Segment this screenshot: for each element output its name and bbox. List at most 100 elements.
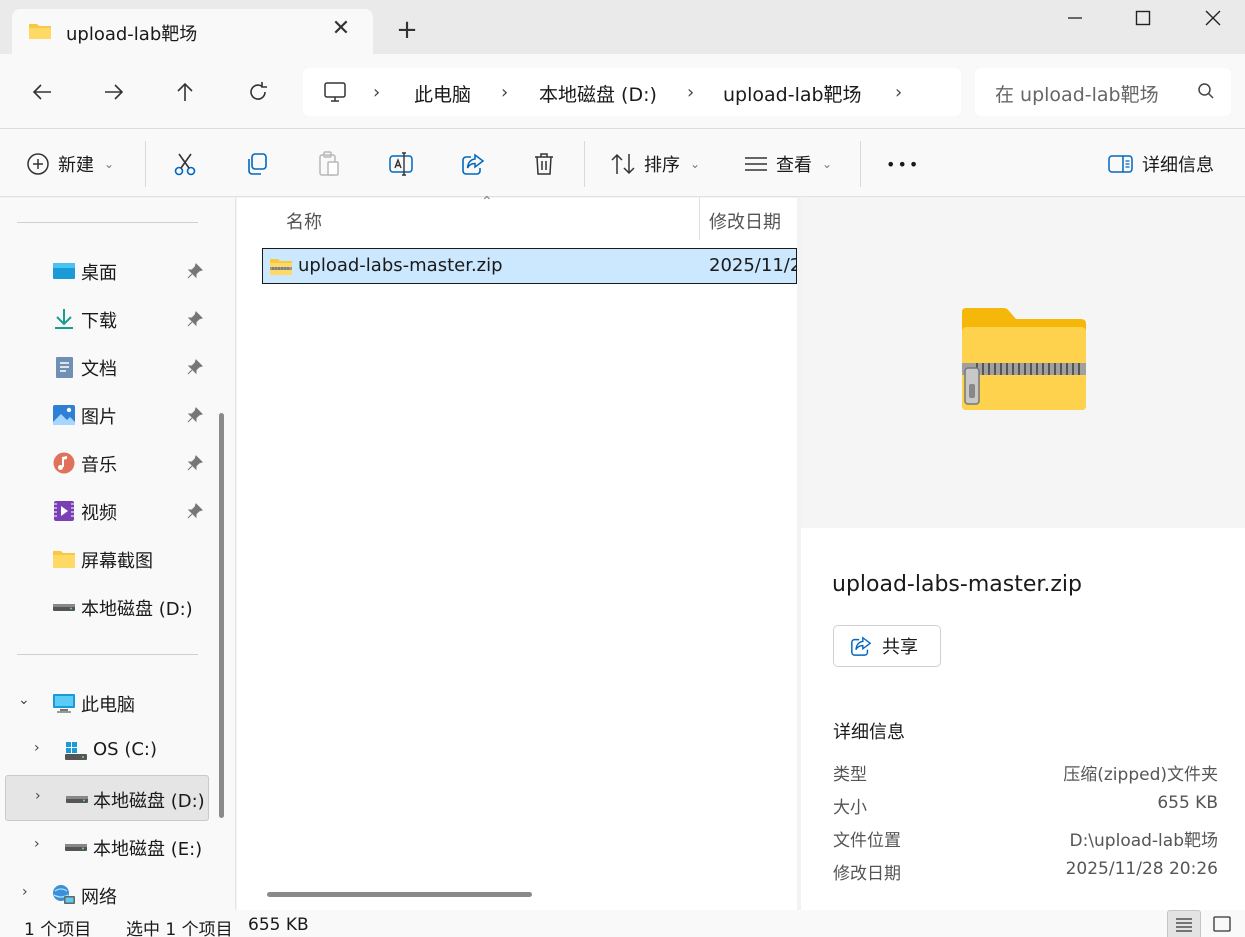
details-view-button[interactable] — [1167, 910, 1201, 937]
property-key: 大小 — [833, 798, 867, 818]
tiles-view-button[interactable] — [1205, 910, 1239, 937]
column-divider[interactable] — [699, 198, 700, 240]
pin-icon — [187, 359, 203, 375]
search-box[interactable]: 在 upload-lab靶场 — [975, 68, 1231, 116]
new-label: 新建 — [58, 155, 94, 176]
delete-button[interactable] — [533, 149, 555, 179]
details-file-name: upload-labs-master.zip — [832, 572, 1083, 597]
property-value: 655 KB — [1157, 793, 1218, 813]
sidebar-item-label: 本地磁盘 (D:) — [81, 599, 193, 620]
column-name[interactable]: 名称 — [286, 208, 322, 234]
address-row: › 此电脑 › 本地磁盘 (D:) › upload-lab靶场 › 在 upl… — [0, 54, 1245, 128]
property-key: 类型 — [833, 765, 867, 785]
maximize-button[interactable] — [1108, 0, 1178, 36]
back-button[interactable] — [22, 72, 62, 112]
details-pane-icon — [1108, 155, 1133, 173]
arrow-up-icon — [177, 82, 193, 101]
sidebar-item-downloads[interactable]: 下载 — [0, 296, 210, 342]
pin-icon — [187, 503, 203, 519]
share-label: 共享 — [882, 637, 918, 658]
close-tab-icon[interactable]: ✕ — [329, 17, 353, 41]
column-date-modified[interactable]: 修改日期 — [709, 208, 781, 234]
paste-button[interactable] — [317, 149, 341, 179]
sort-button[interactable]: 排序 ⌄ — [610, 149, 700, 179]
file-name: upload-labs-master.zip — [298, 255, 503, 276]
windows-drive-icon — [65, 742, 87, 760]
sidebar-item-label: 网络 — [81, 887, 117, 908]
details-section-title: 详细信息 — [833, 722, 905, 743]
rename-button[interactable] — [388, 149, 414, 179]
copy-button[interactable] — [245, 149, 269, 179]
chevron-right-icon: › — [373, 82, 381, 103]
sidebar-item-drive-d[interactable]: › 本地磁盘 (D:) — [5, 775, 209, 821]
command-bar: 新建 ⌄ 排序 ⌄ 查看 ⌄ ••• 详细信息 — [0, 129, 1245, 197]
sidebar-item-desktop[interactable]: 桌面 — [0, 248, 210, 294]
new-tab-button[interactable]: + — [395, 16, 419, 44]
sidebar-item-pictures[interactable]: 图片 — [0, 392, 210, 438]
more-options-button[interactable]: ••• — [886, 149, 920, 179]
sidebar-item-label: 图片 — [81, 407, 117, 428]
new-button[interactable]: 新建 ⌄ — [26, 149, 114, 179]
sort-ascending-icon: ⌃ — [481, 194, 493, 210]
column-header: ⌃ 名称 修改日期 — [237, 194, 797, 240]
sidebar-item-music[interactable]: 音乐 — [0, 440, 210, 486]
sidebar-item-drive-c[interactable]: › OS (C:) — [0, 728, 210, 774]
sidebar-item-drive-d-quick[interactable]: 本地磁盘 (D:) — [0, 584, 210, 630]
breadcrumb-this-pc[interactable]: 此电脑 — [414, 80, 471, 107]
file-date: 2025/11/28 20:26 — [709, 255, 796, 276]
divider — [17, 654, 198, 655]
details-pane-button[interactable]: 详细信息 — [1108, 149, 1214, 179]
property-modified: 修改日期 2025/11/28 20:26 — [833, 859, 1218, 885]
sort-icon — [611, 153, 635, 175]
chevron-down-icon: ⌄ — [690, 157, 701, 171]
sidebar-item-label: 屏幕截图 — [81, 551, 153, 572]
status-bar: 1 个项目 选中 1 个项目 655 KB — [0, 910, 1245, 937]
close-window-button[interactable] — [1178, 0, 1245, 36]
cut-button[interactable] — [172, 149, 198, 179]
sidebar-item-drive-e[interactable]: › 本地磁盘 (E:) — [0, 824, 210, 870]
share-button[interactable] — [461, 149, 485, 179]
selected-size: 655 KB — [248, 915, 309, 935]
arrow-left-icon — [32, 84, 51, 100]
chevron-right-icon: › — [22, 884, 28, 900]
document-icon — [56, 357, 73, 378]
preview-area — [801, 198, 1245, 528]
drive-icon — [65, 844, 87, 851]
up-button[interactable] — [165, 72, 205, 112]
pictures-icon — [53, 405, 75, 425]
minimize-button[interactable] — [1040, 0, 1110, 36]
horizontal-scrollbar[interactable] — [267, 892, 532, 897]
address-bar[interactable]: › 此电脑 › 本地磁盘 (D:) › upload-lab靶场 › — [303, 68, 961, 116]
pin-icon — [187, 263, 203, 279]
search-placeholder: 在 upload-lab靶场 — [995, 84, 1159, 106]
sidebar-item-label: 本地磁盘 (E:) — [93, 839, 203, 860]
details-share-button[interactable]: 共享 — [833, 625, 941, 667]
refresh-button[interactable] — [238, 72, 278, 112]
music-icon — [53, 452, 75, 474]
tab-upload-lab[interactable]: upload-lab靶场 ✕ — [12, 9, 373, 54]
chevron-right-icon: › — [34, 740, 40, 756]
file-row[interactable]: upload-labs-master.zip 2025/11/28 20:26 — [262, 248, 797, 284]
property-value: 2025/11/28 20:26 — [1065, 859, 1218, 879]
chevron-right-icon: › — [501, 82, 509, 103]
sidebar-item-documents[interactable]: 文档 — [0, 344, 210, 390]
rename-icon — [389, 152, 413, 176]
sidebar-item-label: 桌面 — [81, 263, 117, 284]
sidebar-item-videos[interactable]: 视频 — [0, 488, 210, 534]
property-key: 文件位置 — [833, 831, 901, 851]
forward-button[interactable] — [94, 72, 134, 112]
sidebar-item-label: 音乐 — [81, 455, 117, 476]
maximize-icon — [1135, 10, 1151, 26]
sidebar-scrollbar[interactable] — [219, 413, 224, 818]
pin-icon — [187, 407, 203, 423]
sidebar-item-this-pc[interactable]: ⌄ 此电脑 — [0, 680, 210, 726]
sidebar-item-screenshots[interactable]: 屏幕截图 — [0, 536, 210, 582]
view-button[interactable]: 查看 ⌄ — [744, 149, 832, 179]
details-label: 详细信息 — [1142, 155, 1214, 176]
sort-label: 排序 — [644, 155, 680, 176]
breadcrumb-upload-lab[interactable]: upload-lab靶场 — [723, 80, 862, 107]
breadcrumb-drive-d[interactable]: 本地磁盘 (D:) — [539, 80, 657, 107]
download-icon — [55, 309, 73, 329]
folder-icon — [29, 24, 51, 39]
sidebar-item-label: OS (C:) — [93, 739, 157, 760]
